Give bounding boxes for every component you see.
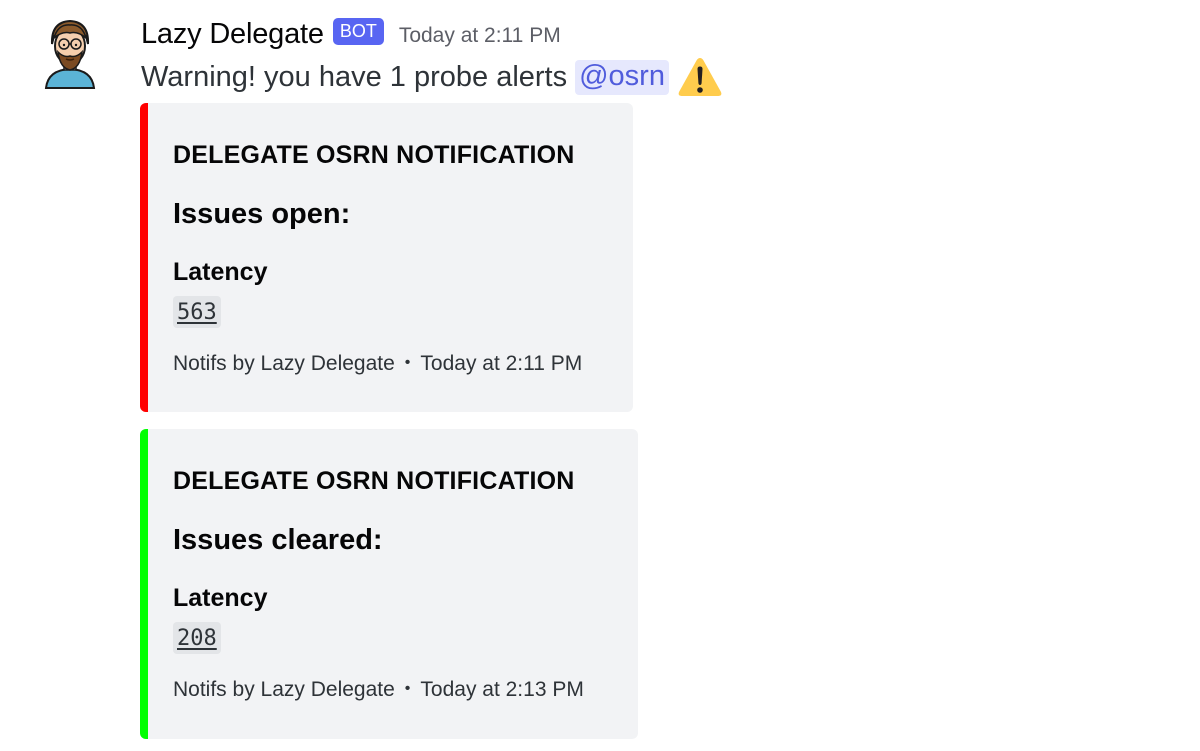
embed-footer: Notifs by Lazy Delegate • Today at 2:11 … (173, 352, 582, 376)
message-content: Warning! you have 1 probe alerts @osrn (141, 54, 723, 100)
message-timestamp[interactable]: Today at 2:11 PM (399, 24, 561, 48)
bot-badge: BOT (332, 17, 384, 45)
user-mention[interactable]: @osrn (575, 59, 669, 95)
embed-footer-separator: • (404, 354, 411, 371)
embed-accent-bar (140, 103, 148, 412)
embed-accent-bar (140, 429, 148, 739)
message-header: Lazy Delegate BOT Today at 2:11 PM (141, 14, 561, 54)
warning-icon (677, 56, 723, 98)
embed-field-name: Latency (173, 258, 268, 286)
embed-description: Issues open: (173, 198, 351, 230)
embed-description: Issues cleared: (173, 524, 383, 556)
embed-title: DELEGATE OSRN NOTIFICATION (173, 141, 575, 169)
embed-title: DELEGATE OSRN NOTIFICATION (173, 467, 575, 495)
embed-footer-separator: • (404, 680, 411, 697)
embed-footer: Notifs by Lazy Delegate • Today at 2:13 … (173, 678, 584, 702)
bearded-man-avatar-icon (44, 19, 96, 89)
embed-footer-timestamp: Today at 2:13 PM (420, 678, 584, 701)
username[interactable]: Lazy Delegate (141, 18, 324, 51)
embed-footer-text: Notifs by Lazy Delegate (173, 678, 395, 701)
embed-field-value: 208 (173, 622, 221, 654)
user-avatar[interactable] (40, 14, 100, 94)
embed-open-issues: DELEGATE OSRN NOTIFICATION Issues open: … (140, 103, 633, 412)
embed-footer-text: Notifs by Lazy Delegate (173, 352, 395, 375)
message-text: Warning! you have 1 probe alerts (141, 60, 568, 93)
embed-field-name: Latency (173, 584, 268, 612)
embed-field-value: 563 (173, 296, 221, 328)
embed-footer-timestamp: Today at 2:11 PM (420, 352, 583, 375)
embed-cleared-issues: DELEGATE OSRN NOTIFICATION Issues cleare… (140, 429, 638, 739)
chat-message: Lazy Delegate BOT Today at 2:11 PM Warni… (0, 0, 1200, 751)
